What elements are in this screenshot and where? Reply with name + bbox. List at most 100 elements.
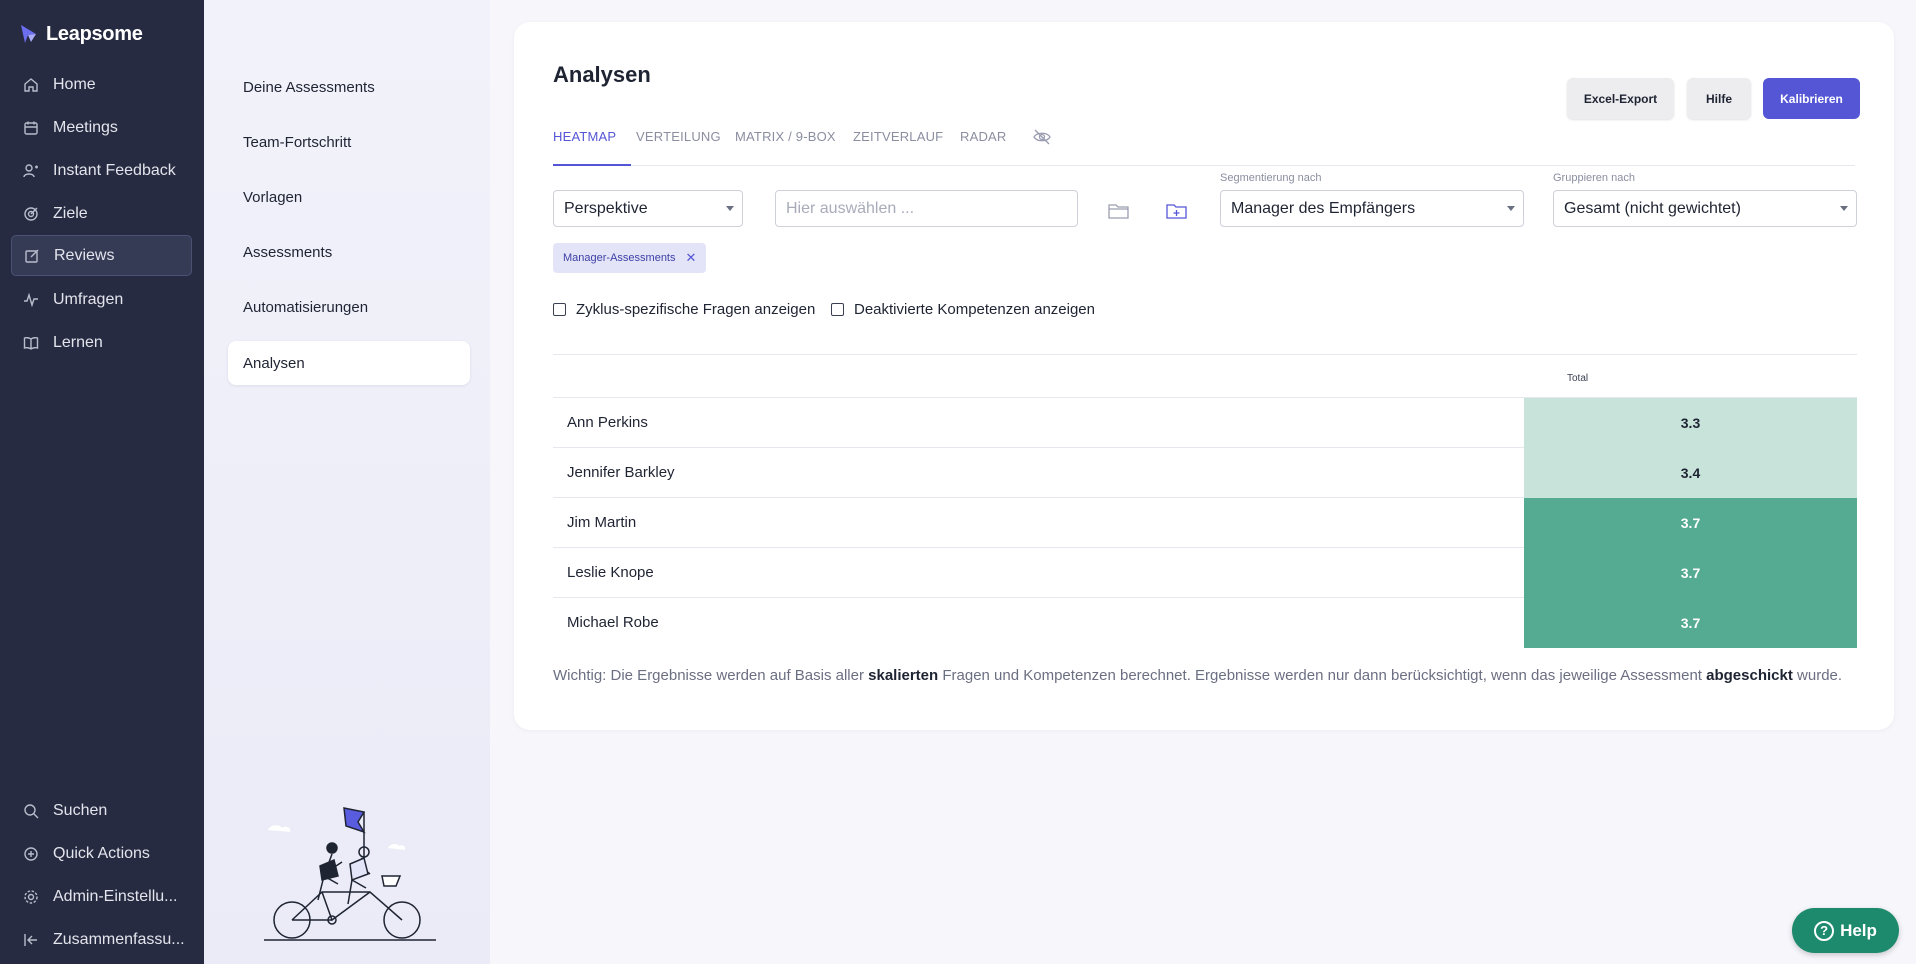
tab-matrix-9-box[interactable]: MATRIX / 9-BOX bbox=[735, 106, 836, 166]
nav-item-reviews[interactable]: Reviews bbox=[11, 235, 192, 276]
calculation-note: Wichtig: Die Ergebnisse werden auf Basis… bbox=[553, 667, 1843, 684]
nav-item-ziele[interactable]: Ziele bbox=[11, 193, 192, 234]
tandem-bike-illustration bbox=[264, 807, 436, 941]
table-header: Total bbox=[553, 354, 1857, 398]
employee-name[interactable]: Jim Martin bbox=[567, 514, 636, 531]
subnav-item-label: Deine Assessments bbox=[243, 78, 375, 96]
nav-item-umfragen[interactable]: Umfragen bbox=[11, 279, 192, 320]
help-widget-label: Help bbox=[1840, 920, 1877, 940]
book-icon bbox=[23, 335, 39, 351]
collapse-icon bbox=[23, 932, 39, 948]
subnav-item-label: Team-Fortschritt bbox=[243, 133, 352, 151]
cycle-questions-checkbox[interactable]: Zyklus-spezifische Fragen anzeigen bbox=[553, 301, 815, 318]
reviews-subnavigation: Deine Assessments Team-Fortschritt Vorla… bbox=[204, 0, 490, 964]
subnav-item-vorlagen[interactable]: Vorlagen bbox=[228, 175, 470, 219]
heatmap-cell[interactable]: 3.3 bbox=[1524, 398, 1857, 448]
table-row: Jennifer Barkley 3.4 bbox=[553, 448, 1857, 498]
edit-icon bbox=[24, 248, 40, 264]
group-select[interactable]: Gesamt (nicht gewichtet) bbox=[1553, 190, 1857, 227]
nav-item-label: Zusammenfassu... bbox=[53, 930, 185, 948]
app-logo[interactable]: Leapsome bbox=[20, 20, 143, 48]
heatmap-cell[interactable]: 3.7 bbox=[1524, 598, 1857, 648]
filter-chip: Manager-Assessments ✕ bbox=[553, 243, 707, 273]
total-column-header: Total bbox=[1567, 373, 1589, 384]
checkbox-label: Zyklus-spezifische Fragen anzeigen bbox=[576, 301, 816, 318]
feedback-icon bbox=[23, 163, 39, 179]
perspective-select-value: Perspektive bbox=[564, 199, 648, 217]
search-input[interactable]: Hier auswählen ... bbox=[775, 190, 1078, 227]
subnav-item-automatisierungen[interactable]: Automatisierungen bbox=[228, 285, 470, 329]
nav-item-label: Home bbox=[53, 75, 96, 93]
nav-item-label: Umfragen bbox=[53, 290, 124, 308]
table-row: Jim Martin 3.7 bbox=[553, 498, 1857, 548]
tab-radar[interactable]: RADAR bbox=[960, 106, 1007, 166]
nav-item-admin-settings[interactable]: Admin-Einstellu... bbox=[11, 876, 192, 917]
target-icon bbox=[23, 206, 39, 222]
checkbox-label: Deaktivierte Kompetenzen anzeigen bbox=[854, 301, 1095, 318]
nav-item-label: Quick Actions bbox=[53, 844, 150, 862]
app-name: Leapsome bbox=[46, 22, 143, 45]
pulse-icon bbox=[23, 292, 39, 308]
nav-item-label: Meetings bbox=[53, 118, 118, 136]
help-widget-button[interactable]: ? Help bbox=[1792, 908, 1899, 953]
table-row: Michael Robe 3.7 bbox=[553, 598, 1857, 648]
group-label: Gruppieren nach bbox=[1553, 172, 1635, 184]
tab-verteilung[interactable]: VERTEILUNG bbox=[636, 106, 721, 166]
page-title: Analysen bbox=[553, 62, 651, 87]
table-row: Ann Perkins 3.3 bbox=[553, 398, 1857, 448]
disabled-competencies-checkbox[interactable]: Deaktivierte Kompetenzen anzeigen bbox=[831, 301, 1095, 318]
employee-name[interactable]: Ann Perkins bbox=[567, 414, 648, 431]
chevron-down-icon bbox=[1507, 206, 1515, 211]
tab-heatmap[interactable]: HEATMAP bbox=[553, 106, 631, 166]
gear-icon bbox=[23, 889, 39, 905]
chevron-down-icon bbox=[1840, 206, 1848, 211]
segment-select[interactable]: Manager des Empfängers bbox=[1220, 190, 1524, 227]
nav-item-lernen[interactable]: Lernen bbox=[11, 322, 192, 363]
nav-item-collapse[interactable]: Zusammenfassu... bbox=[11, 919, 192, 960]
close-icon[interactable]: ✕ bbox=[686, 250, 697, 266]
analytics-card: Analysen Excel-Export Hilfe Kalibrieren … bbox=[514, 22, 1894, 730]
filter-chip-label: Manager-Assessments bbox=[563, 252, 676, 264]
question-icon: ? bbox=[1814, 920, 1835, 941]
nav-item-instant-feedback[interactable]: Instant Feedback bbox=[11, 150, 192, 191]
plus-circle-icon bbox=[23, 846, 39, 862]
chevron-down-icon bbox=[726, 206, 734, 211]
meetings-icon bbox=[23, 120, 39, 136]
analytics-tabs: HEATMAP VERTEILUNG MATRIX / 9-BOX ZEITVE… bbox=[553, 106, 1855, 166]
nav-item-label: Ziele bbox=[53, 204, 88, 222]
employee-name[interactable]: Leslie Knope bbox=[567, 564, 654, 581]
add-folder-icon[interactable] bbox=[1165, 199, 1189, 223]
heatmap-cell[interactable]: 3.7 bbox=[1524, 548, 1857, 598]
home-icon bbox=[23, 77, 39, 93]
checkbox-box[interactable] bbox=[831, 303, 844, 316]
nav-item-quick-actions[interactable]: Quick Actions bbox=[11, 833, 192, 874]
subnav-item-label: Analysen bbox=[243, 354, 305, 372]
employee-name[interactable]: Jennifer Barkley bbox=[567, 464, 675, 481]
segment-label: Segmentierung nach bbox=[1220, 172, 1322, 184]
heatmap-cell[interactable]: 3.4 bbox=[1524, 448, 1857, 498]
subnav-item-assessments[interactable]: Assessments bbox=[228, 230, 470, 274]
nav-item-label: Reviews bbox=[54, 246, 115, 264]
nav-item-suchen[interactable]: Suchen bbox=[11, 790, 192, 831]
heatmap-table: Total Ann Perkins 3.3 Jennifer Barkley 3.4 J… bbox=[553, 354, 1857, 648]
nav-item-meetings[interactable]: Meetings bbox=[11, 107, 192, 148]
heatmap-cell[interactable]: 3.7 bbox=[1524, 498, 1857, 548]
search-input-placeholder: Hier auswählen ... bbox=[786, 199, 915, 217]
subnav-item-team-fortschritt[interactable]: Team-Fortschritt bbox=[228, 120, 470, 164]
tab-zeitverlauf[interactable]: ZEITVERLAUF bbox=[853, 106, 943, 166]
checkbox-box[interactable] bbox=[553, 303, 566, 316]
nav-item-home[interactable]: Home bbox=[11, 64, 192, 105]
subnav-item-analysen[interactable]: Analysen bbox=[228, 341, 470, 385]
nav-item-label: Lernen bbox=[53, 333, 103, 351]
subnav-item-deine-assessments[interactable]: Deine Assessments bbox=[228, 65, 470, 109]
employee-name[interactable]: Michael Robe bbox=[567, 614, 659, 631]
perspective-select[interactable]: Perspektive bbox=[553, 190, 743, 227]
nav-item-label: Suchen bbox=[53, 801, 108, 819]
main-navigation: Leapsome Home Meetings Instant Feedback … bbox=[0, 0, 204, 964]
folder-icon[interactable] bbox=[1107, 199, 1131, 223]
search-icon bbox=[23, 803, 39, 819]
subnav-item-label: Vorlagen bbox=[243, 188, 303, 206]
eye-off-icon[interactable] bbox=[1033, 128, 1051, 146]
nav-item-label: Admin-Einstellu... bbox=[53, 887, 178, 905]
subnav-item-label: Automatisierungen bbox=[243, 298, 369, 316]
